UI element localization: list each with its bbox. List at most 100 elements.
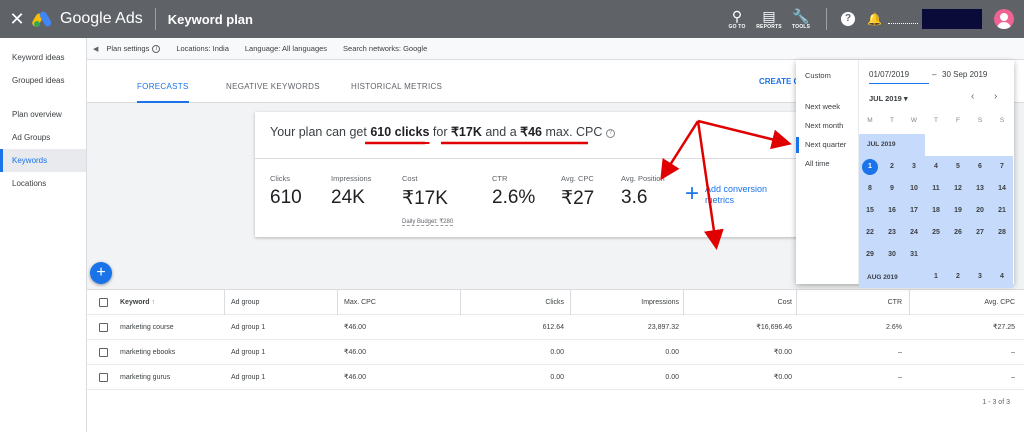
cell-clicks: 0.00 [550, 374, 564, 381]
calendar-day[interactable]: 12 [947, 178, 969, 200]
previous-month-icon[interactable]: ‹ [971, 91, 974, 102]
calendar-day[interactable]: 23 [881, 222, 903, 244]
calendar-day[interactable]: 8 [859, 178, 881, 200]
cell-ad-group[interactable]: Ad group 1 [231, 315, 265, 340]
header-avg-cpc[interactable]: Avg. CPC [909, 290, 1015, 315]
tools-button[interactable]: 🔧 TOOLS [786, 8, 816, 30]
metric-label: Impressions [331, 174, 372, 183]
preset-custom[interactable]: Custom [796, 68, 858, 84]
calendar-day[interactable]: 6 [969, 156, 991, 178]
calendar-day[interactable]: 7 [991, 156, 1013, 178]
calendar-day[interactable]: 3 [903, 156, 925, 178]
calendar-day[interactable]: 18 [925, 200, 947, 222]
calendar-day[interactable]: 13 [969, 178, 991, 200]
sidebar-item-grouped-ideas[interactable]: Grouped ideas [0, 69, 86, 92]
cell-max-cpc[interactable]: ₹46.00 [344, 365, 366, 390]
cell-ad-group[interactable]: Ad group 1 [231, 340, 265, 365]
help-icon[interactable]: ? [605, 129, 615, 138]
header-max-cpc[interactable]: Max. CPC [344, 290, 376, 315]
start-date-input[interactable]: 01/07/2019 [869, 70, 929, 84]
calendar-day[interactable]: 11 [925, 178, 947, 200]
calendar-day[interactable]: 5 [947, 156, 969, 178]
cell-ad-group[interactable]: Ad group 1 [231, 365, 265, 390]
header-impressions[interactable]: Impressions [570, 290, 679, 315]
calendar-day[interactable]: 1 [859, 156, 881, 178]
calendar-day[interactable]: 4 [925, 156, 947, 178]
collapse-arrow-icon[interactable]: ◀ [93, 45, 98, 53]
preset-all-time[interactable]: All time [796, 156, 858, 172]
row-checkbox[interactable] [99, 373, 108, 382]
calendar-day[interactable]: 21 [991, 200, 1013, 222]
calendar-day[interactable]: 24 [903, 222, 925, 244]
calendar-day[interactable]: 14 [991, 178, 1013, 200]
sidebar-item-keyword-ideas[interactable]: Keyword ideas [0, 46, 86, 69]
add-conversion-metrics-button[interactable]: + Add conversion metrics [685, 182, 785, 206]
plan-settings-label[interactable]: Plan settings i [106, 44, 161, 53]
help-icon[interactable]: ? [841, 12, 856, 26]
account-info-redacted[interactable] [888, 9, 988, 29]
notification-bell-icon[interactable]: 🔔 [867, 12, 882, 26]
preset-next-quarter[interactable]: Next quarter [796, 137, 858, 153]
table-row[interactable]: marketing course Ad group 1 ₹46.00 612.6… [87, 315, 1024, 340]
row-checkbox[interactable] [99, 348, 108, 357]
tab-historical-metrics[interactable]: HISTORICAL METRICS [351, 60, 442, 103]
add-keyword-fab[interactable]: + [90, 262, 112, 284]
metric-avg-position: Avg. Position 3.6 [621, 174, 665, 209]
calendar-day[interactable]: 19 [947, 200, 969, 222]
preset-next-week[interactable]: Next week [796, 99, 858, 115]
sidebar-item-plan-overview[interactable]: Plan overview [0, 103, 86, 126]
header-clicks[interactable]: Clicks [460, 290, 564, 315]
calendar-day[interactable]: 29 [859, 244, 881, 266]
calendar-day[interactable]: 17 [903, 200, 925, 222]
month-select[interactable]: JUL 2019 ▾ [869, 94, 908, 103]
tab-forecasts[interactable]: FORECASTS [137, 60, 189, 103]
cell-max-cpc[interactable]: ₹46.00 [344, 315, 366, 340]
weekday-header: S [977, 117, 983, 124]
table-row[interactable]: marketing ebooks Ad group 1 ₹46.00 0.00 … [87, 340, 1024, 365]
sidebar-item-locations[interactable]: Locations [0, 172, 86, 195]
sidebar: Keyword ideas Grouped ideas Plan overvie… [0, 38, 87, 432]
calendar-day[interactable]: 30 [881, 244, 903, 266]
select-all-checkbox[interactable] [99, 298, 108, 307]
calendar-day[interactable]: 28 [991, 222, 1013, 244]
header-keyword[interactable]: Keyword ↑ [120, 290, 155, 315]
calendar-day[interactable]: 3 [969, 266, 991, 288]
avatar[interactable] [994, 9, 1014, 29]
summary-cpc: ₹46 [520, 125, 542, 139]
locations-setting[interactable]: Locations: India [176, 44, 229, 53]
header-ad-group[interactable]: Ad group [231, 290, 259, 315]
sidebar-item-ad-groups[interactable]: Ad Groups [0, 126, 86, 149]
calendar-day[interactable]: 4 [991, 266, 1013, 288]
calendar-day[interactable]: 25 [925, 222, 947, 244]
calendar-day[interactable]: 16 [881, 200, 903, 222]
calendar-day[interactable]: 26 [947, 222, 969, 244]
tab-negative-keywords[interactable]: NEGATIVE KEYWORDS [226, 60, 320, 103]
header-cost[interactable]: Cost [683, 290, 792, 315]
goto-button[interactable]: ⚲ GO TO [722, 8, 752, 30]
calendar-day[interactable]: 1 [925, 266, 947, 288]
daily-budget[interactable]: Daily Budget: ₹280 [402, 218, 454, 226]
calendar-day[interactable]: 27 [969, 222, 991, 244]
reports-button[interactable]: ▤ REPORTS [754, 8, 784, 30]
calendar-day[interactable]: 10 [903, 178, 925, 200]
cell-max-cpc[interactable]: ₹46.00 [344, 340, 366, 365]
row-checkbox[interactable] [99, 323, 108, 332]
end-date-input[interactable]: 30 Sep 2019 [942, 70, 987, 79]
next-month-icon[interactable]: › [994, 91, 997, 102]
language-setting[interactable]: Language: All languages [245, 44, 327, 53]
preset-next-month[interactable]: Next month [796, 118, 858, 134]
close-icon[interactable]: ✕ [0, 9, 34, 30]
sidebar-item-keywords[interactable]: Keywords [0, 149, 86, 172]
calendar-day[interactable]: 22 [859, 222, 881, 244]
calendar-day[interactable]: 2 [881, 156, 903, 178]
calendar-day[interactable]: 31 [903, 244, 925, 266]
calendar-day[interactable]: 15 [859, 200, 881, 222]
header-ctr[interactable]: CTR [796, 290, 902, 315]
calendar-day[interactable]: 9 [881, 178, 903, 200]
calendar-day[interactable]: 20 [969, 200, 991, 222]
table-row[interactable]: marketing gurus Ad group 1 ₹46.00 0.00 0… [87, 365, 1024, 390]
info-icon[interactable]: i [152, 45, 161, 53]
create-campaign-link[interactable]: CREATE C [759, 77, 799, 86]
calendar-day[interactable]: 2 [947, 266, 969, 288]
networks-setting[interactable]: Search networks: Google [343, 44, 427, 53]
